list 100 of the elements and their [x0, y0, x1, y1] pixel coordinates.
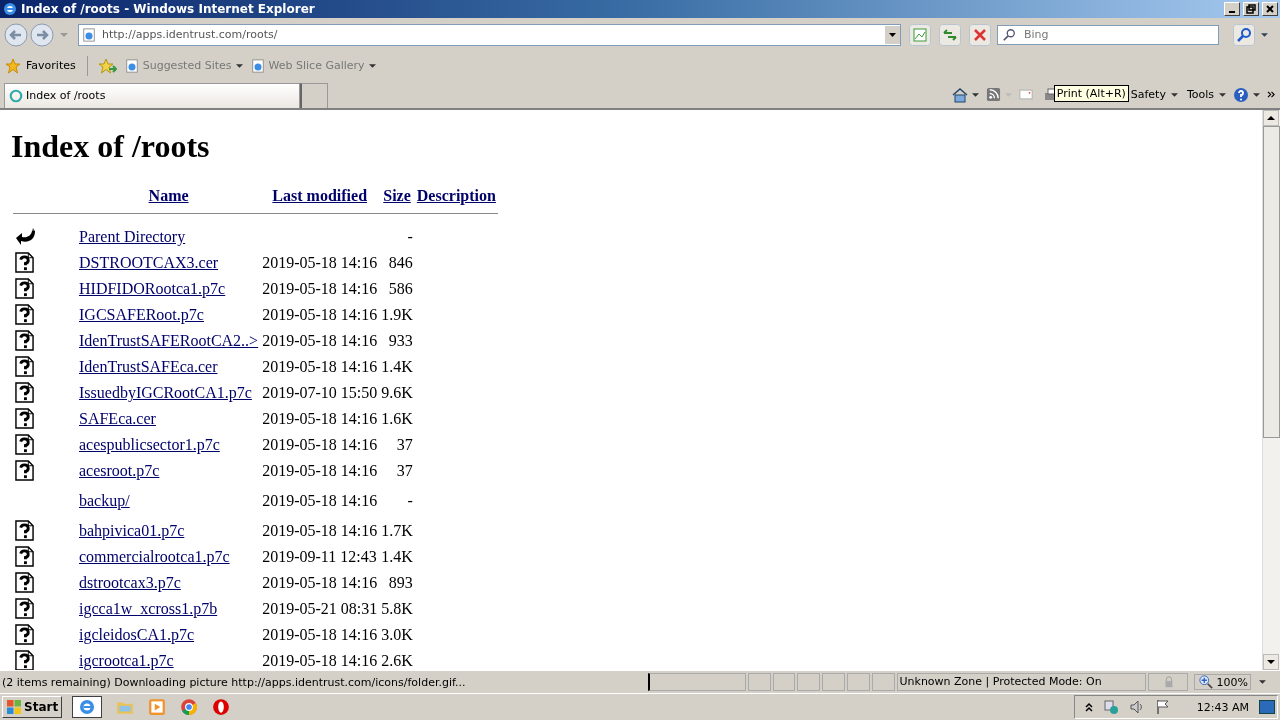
- file-size: 1.7K: [381, 521, 413, 539]
- page-icon: [82, 27, 96, 42]
- modified-date: 2019-07-10 15:50: [262, 383, 378, 401]
- file-link[interactable]: acespublicsector1.p7c: [79, 435, 220, 453]
- status-pane: [822, 673, 845, 692]
- zoom-in-icon: [1198, 675, 1213, 690]
- modified-date: 2019-05-18 14:16: [262, 305, 378, 323]
- browser-logo-icon: [2, 0, 18, 17]
- star-icon: [5, 57, 21, 74]
- file-size: 1.9K: [381, 305, 413, 323]
- opera-icon[interactable]: [212, 698, 231, 717]
- taskbar-browser-icon[interactable]: [72, 696, 103, 719]
- search-field[interactable]: Bing: [997, 24, 1219, 45]
- unknown-file-icon: [15, 624, 34, 646]
- modified-date: 2019-05-18 14:16: [262, 573, 378, 591]
- back-button-icon[interactable]: [4, 22, 28, 47]
- modified-date: 2019-05-18 14:16: [262, 651, 378, 669]
- vertical-scrollbar[interactable]: [1262, 109, 1280, 671]
- show-desktop-button[interactable]: [1259, 700, 1275, 715]
- file-link[interactable]: HIDFIDORootca1.p7c: [79, 279, 226, 297]
- zoom-button[interactable]: 100%: [1193, 674, 1252, 691]
- minimize-button[interactable]: [1224, 1, 1240, 16]
- stop-icon[interactable]: [969, 23, 991, 46]
- unknown-file-icon: [15, 304, 34, 326]
- close-button[interactable]: [1262, 1, 1278, 16]
- file-size: 5.8K: [381, 599, 413, 617]
- dropdown-caret-icon[interactable]: [885, 25, 900, 44]
- modified-date: 2019-05-18 14:16: [262, 521, 378, 539]
- status-pane: [846, 673, 870, 692]
- new-tab-button[interactable]: [300, 82, 328, 108]
- status-pane: [871, 673, 895, 692]
- start-button[interactable]: Start: [2, 696, 63, 719]
- file-link[interactable]: igcca1w_xcross1.p7b: [79, 599, 218, 617]
- file-size: 9.6K: [381, 383, 413, 401]
- show-hidden-icons-icon[interactable]: [1084, 702, 1093, 713]
- address-field[interactable]: http://apps.identrust.com/roots/: [78, 23, 901, 46]
- file-size: 586: [388, 279, 413, 297]
- file-link[interactable]: Parent Directory: [79, 227, 186, 245]
- refresh-icon[interactable]: [939, 23, 961, 46]
- modified-date: 2019-09-11 12:43: [262, 547, 377, 565]
- file-size: 933: [388, 331, 413, 349]
- modified-date: 2019-05-18 14:16: [262, 331, 378, 349]
- browser-tab[interactable]: Index of /roots: [4, 82, 300, 108]
- column-header-link[interactable]: Size: [383, 186, 411, 204]
- file-size: 37: [396, 435, 413, 453]
- file-link[interactable]: bahpivica01.p7c: [79, 521, 185, 539]
- file-link[interactable]: SAFEca.cer: [79, 409, 156, 427]
- modified-date: 2019-05-21 08:31: [262, 599, 378, 617]
- caret-icon[interactable]: [1253, 92, 1260, 97]
- modified-date: 2019-05-18 14:16: [262, 279, 378, 297]
- caret-icon[interactable]: [1259, 680, 1266, 685]
- unknown-file-icon: [15, 572, 34, 594]
- speaker-icon[interactable]: [1128, 699, 1145, 716]
- search-icon: [1002, 27, 1016, 42]
- loading-icon: [9, 88, 23, 103]
- file-link[interactable]: backup/: [79, 491, 130, 509]
- command-menu[interactable]: Tools: [1186, 88, 1226, 102]
- status-pane: [772, 673, 796, 692]
- search-icon[interactable]: [1233, 23, 1255, 46]
- clock[interactable]: 12:43 AM: [1196, 700, 1249, 714]
- flag-icon[interactable]: [1154, 699, 1171, 716]
- command-menu[interactable]: Safety: [1130, 88, 1178, 102]
- caret-icon[interactable]: [1261, 32, 1268, 37]
- url-text: http://apps.identrust.com/roots/: [102, 28, 278, 42]
- column-header-link[interactable]: Description: [416, 186, 496, 204]
- file-link[interactable]: DSTROOTCAX3.cer: [79, 253, 219, 271]
- file-link[interactable]: IGCSAFERoot.p7c: [79, 305, 204, 323]
- help-icon[interactable]: [1233, 86, 1249, 103]
- forward-button-icon[interactable]: [30, 22, 54, 47]
- feed-icon[interactable]: [985, 87, 1001, 103]
- scrollbar-thumb[interactable]: [1263, 125, 1280, 438]
- modified-date: 2019-05-18 14:16: [262, 253, 378, 271]
- favorites-button[interactable]: Favorites: [5, 57, 76, 74]
- file-link[interactable]: IdenTrustSAFERootCA2..>: [79, 331, 259, 349]
- file-link[interactable]: igcrootca1.p7c: [79, 651, 174, 669]
- caret-icon[interactable]: [971, 92, 979, 97]
- file-size: 846: [388, 253, 413, 271]
- tooltip: Print (Alt+R): [1053, 84, 1129, 102]
- file-size: 1.4K: [381, 547, 413, 565]
- file-link[interactable]: commercialrootca1.p7c: [79, 547, 230, 565]
- status-text: (2 items remaining) Downloading picture http://apps.identrust.com/icons/folder.gif...: [2, 675, 467, 689]
- page-icon: [124, 58, 139, 73]
- file-size: 1.6K: [381, 409, 413, 427]
- file-link[interactable]: igcleidosCA1.p7c: [79, 625, 195, 643]
- file-link[interactable]: dstrootcax3.p7c: [79, 573, 181, 591]
- file-link[interactable]: IdenTrustSAFEca.cer: [79, 357, 218, 375]
- security-zone: Unknown Zone | Protected Mode: On: [896, 673, 1147, 692]
- column-header-link[interactable]: Name: [148, 186, 189, 204]
- column-header-link[interactable]: Last modified: [272, 186, 368, 204]
- unknown-file-icon: [15, 598, 34, 620]
- more-icon[interactable]: [1267, 91, 1276, 99]
- restore-button[interactable]: [1243, 1, 1259, 16]
- home-icon[interactable]: [951, 86, 968, 103]
- file-size: 3.0K: [381, 625, 413, 643]
- close-icon: [1265, 3, 1275, 14]
- unknown-file-icon: [15, 520, 34, 542]
- modified-date: 2019-05-18 14:16: [262, 435, 378, 453]
- file-link[interactable]: IssuedbyIGCRootCA1.p7c: [79, 383, 252, 401]
- chrome-icon[interactable]: [180, 698, 199, 717]
- file-link[interactable]: acesroot.p7c: [79, 461, 160, 479]
